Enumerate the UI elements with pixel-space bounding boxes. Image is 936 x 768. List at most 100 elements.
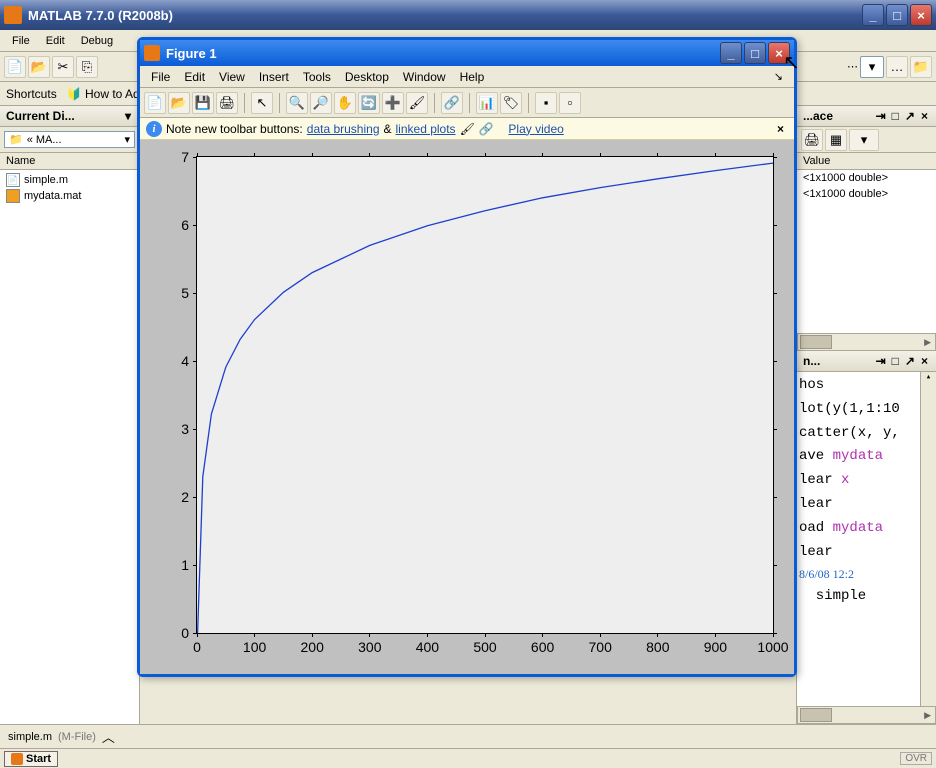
ws-var-row[interactable]: <1x1000 double> <box>797 186 936 202</box>
axes[interactable]: 0123456701002003004005006007008009001000 <box>196 156 774 634</box>
main-close-button[interactable]: × <box>910 4 932 26</box>
xtick-label: 200 <box>301 639 324 655</box>
infobar-close-icon[interactable]: × <box>773 122 788 136</box>
colorbar-icon[interactable]: 📊 <box>476 92 498 114</box>
menu-edit[interactable]: Edit <box>38 33 73 49</box>
curdir-dropdown[interactable]: 📁 « MA... ▾ <box>4 131 135 148</box>
figure-minimize-button[interactable]: _ <box>720 42 742 64</box>
cmdhist-line[interactable]: ave mydata <box>799 445 934 469</box>
panel-max-icon[interactable]: ↗ <box>903 354 917 368</box>
figure-canvas: 0123456701002003004005006007008009001000 <box>140 140 794 674</box>
panel-close-icon[interactable]: × <box>919 109 930 123</box>
curdir-name-header: Name <box>0 152 139 170</box>
figure-dock-icon[interactable]: ↘ <box>767 68 790 85</box>
ytick-label: 0 <box>181 625 189 641</box>
menu-file[interactable]: File <box>4 33 38 49</box>
copy-icon[interactable]: ⎘ <box>76 56 98 78</box>
open-folder-icon[interactable]: 📂 <box>28 56 50 78</box>
curdir-field[interactable]: ⋯ <box>847 60 858 73</box>
fmenu-desktop[interactable]: Desktop <box>338 68 396 86</box>
ws-stack-icon[interactable]: ▦ <box>825 129 847 151</box>
file-item[interactable]: mydata.mat <box>2 188 137 204</box>
data-brushing-link[interactable]: data brushing <box>307 122 380 136</box>
xtick-label: 400 <box>416 639 439 655</box>
cmdhist-line[interactable]: lear x <box>799 469 934 493</box>
cut-icon[interactable]: ✂ <box>52 56 74 78</box>
cmdhist-vscrollbar[interactable] <box>920 372 936 706</box>
hide-tools-icon[interactable]: ▪ <box>535 92 557 114</box>
fmenu-view[interactable]: View <box>212 68 252 86</box>
new-file-icon[interactable]: 📄 <box>4 56 26 78</box>
cmdhist-line[interactable]: catter(x, y, <box>799 422 934 446</box>
xtick-label: 100 <box>243 639 266 655</box>
cmdhist-line[interactable]: lear <box>799 541 934 565</box>
cmdhist-hscrollbar[interactable] <box>797 706 936 724</box>
panel-undock-icon[interactable]: ⇥ <box>874 354 888 368</box>
fmenu-edit[interactable]: Edit <box>177 68 212 86</box>
linked-plots-link[interactable]: linked plots <box>396 122 456 136</box>
main-minimize-button[interactable]: _ <box>862 4 884 26</box>
ytick-label: 1 <box>181 557 189 573</box>
command-history-list[interactable]: hoslot(y(1,1:10catter(x, y,ave mydatalea… <box>797 372 936 706</box>
expand-icon[interactable]: ︿ <box>102 727 115 746</box>
shortcuts-label: Shortcuts <box>6 87 57 101</box>
ws-print-icon[interactable]: 🖨 <box>801 129 823 151</box>
ytick-label: 5 <box>181 285 189 301</box>
cmdhist-timestamp: 8/6/08 12:2 <box>799 564 934 584</box>
link-plot-icon[interactable]: 🔗 <box>441 92 463 114</box>
cmdhist-line[interactable]: lear <box>799 493 934 517</box>
figure-titlebar[interactable]: Figure 1 _ □ × <box>140 40 794 66</box>
recent-file-name: simple.m <box>8 731 52 743</box>
panel-min-icon[interactable]: □ <box>890 109 901 123</box>
recent-file-bar[interactable]: simple.m (M-File) ︿ <box>0 724 936 748</box>
start-button[interactable]: Start <box>4 751 58 767</box>
data-cursor-icon[interactable]: ➕ <box>382 92 404 114</box>
pan-icon[interactable]: ✋ <box>334 92 356 114</box>
menu-debug[interactable]: Debug <box>73 33 121 49</box>
pointer-icon[interactable]: ↖ <box>251 92 273 114</box>
start-bar: Start OVR <box>0 748 936 768</box>
file-item[interactable]: 📄 simple.m <box>2 172 137 188</box>
shortcuts-howto-link[interactable]: 🔰 How to Add <box>67 87 147 101</box>
fmenu-help[interactable]: Help <box>453 68 492 86</box>
figure-window[interactable]: Figure 1 _ □ × File Edit View Insert Too… <box>137 37 797 677</box>
matlab-logo-icon <box>4 6 22 24</box>
up-folder-icon[interactable]: 📁 <box>910 56 932 78</box>
cmdhist-title: n... <box>803 354 820 368</box>
show-tools-icon[interactable]: ▫ <box>559 92 581 114</box>
fmenu-tools[interactable]: Tools <box>296 68 338 86</box>
legend-icon[interactable]: 🏷 <box>500 92 522 114</box>
ws-hscrollbar[interactable] <box>797 333 936 351</box>
zoom-in-icon[interactable]: 🔍 <box>286 92 308 114</box>
panel-undock-icon[interactable]: ⇥ <box>874 109 888 123</box>
browse-button[interactable]: … <box>886 56 908 78</box>
panel-min-icon[interactable]: □ <box>890 354 901 368</box>
panel-close-icon[interactable]: × <box>919 354 930 368</box>
main-maximize-button[interactable]: □ <box>886 4 908 26</box>
ytick-label: 6 <box>181 217 189 233</box>
open-icon[interactable]: 📂 <box>168 92 190 114</box>
rotate3d-icon[interactable]: 🔄 <box>358 92 380 114</box>
xtick-label: 300 <box>358 639 381 655</box>
cmdhist-line[interactable]: lot(y(1,1:10 <box>799 398 934 422</box>
brush-icon[interactable]: 🖌 <box>406 92 428 114</box>
zoom-out-icon[interactable]: 🔎 <box>310 92 332 114</box>
figure-maximize-button[interactable]: □ <box>744 42 766 64</box>
play-video-link[interactable]: Play video <box>508 122 563 136</box>
panel-ctl[interactable]: ▾ <box>123 109 133 123</box>
figure-close-button[interactable]: × <box>768 42 790 64</box>
fmenu-insert[interactable]: Insert <box>252 68 296 86</box>
fmenu-file[interactable]: File <box>144 68 177 86</box>
cmdhist-line[interactable]: simple <box>799 585 934 609</box>
save-icon[interactable]: 💾 <box>192 92 214 114</box>
ws-plot-dropdown[interactable]: ▾ <box>849 129 879 151</box>
ws-var-row[interactable]: <1x1000 double> <box>797 170 936 186</box>
print-icon[interactable]: 🖨 <box>216 92 238 114</box>
cmdhist-line[interactable]: oad mydata <box>799 517 934 541</box>
current-directory-panel: Current Di... ▾ 📁 « MA... ▾ Name 📄 simpl… <box>0 106 140 724</box>
ytick-label: 2 <box>181 489 189 505</box>
fmenu-window[interactable]: Window <box>396 68 453 86</box>
panel-max-icon[interactable]: ↗ <box>903 109 917 123</box>
cmdhist-line[interactable]: hos <box>799 374 934 398</box>
new-figure-icon[interactable]: 📄 <box>144 92 166 114</box>
